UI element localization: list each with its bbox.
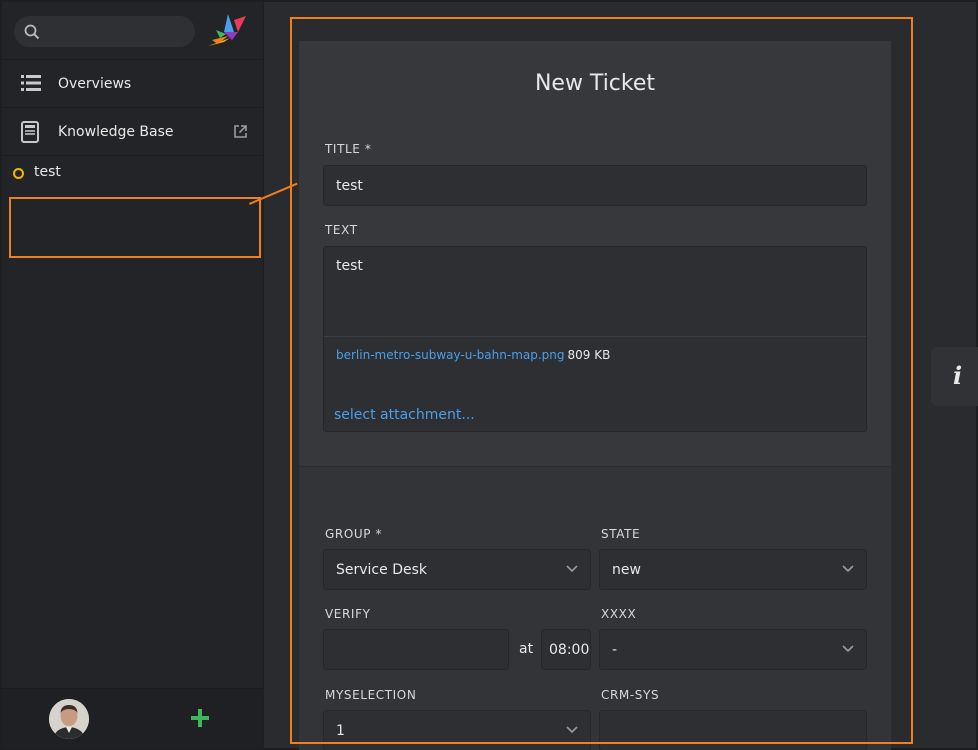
- book-icon: [21, 121, 39, 143]
- external-link-icon[interactable]: [234, 125, 247, 138]
- sidebar-header: [2, 2, 263, 60]
- nav-knowledge-base-label: Knowledge Base: [58, 123, 174, 140]
- nav-overviews[interactable]: Overviews: [2, 60, 263, 108]
- nav-overviews-label: Overviews: [58, 75, 132, 92]
- avatar[interactable]: [49, 699, 89, 739]
- nav-knowledge-base[interactable]: Knowledge Base: [2, 108, 263, 156]
- avatar-image: [49, 699, 89, 739]
- status-dot: [13, 168, 24, 179]
- sidebar-footer: [2, 688, 263, 748]
- highlight-frame: [290, 17, 913, 744]
- search-box[interactable]: [14, 16, 195, 47]
- search-icon: [24, 24, 40, 40]
- sidebar: Overviews Knowledge Base test: [2, 2, 264, 748]
- info-button[interactable]: i: [931, 347, 978, 406]
- search-input[interactable]: [48, 16, 188, 47]
- plus-icon[interactable]: [188, 706, 212, 730]
- task-label: test: [34, 164, 61, 180]
- task-item[interactable]: test: [2, 156, 263, 190]
- list-icon: [21, 75, 41, 91]
- highlight-box: [9, 197, 261, 258]
- app-logo[interactable]: [206, 12, 248, 50]
- info-icon: i: [953, 361, 963, 390]
